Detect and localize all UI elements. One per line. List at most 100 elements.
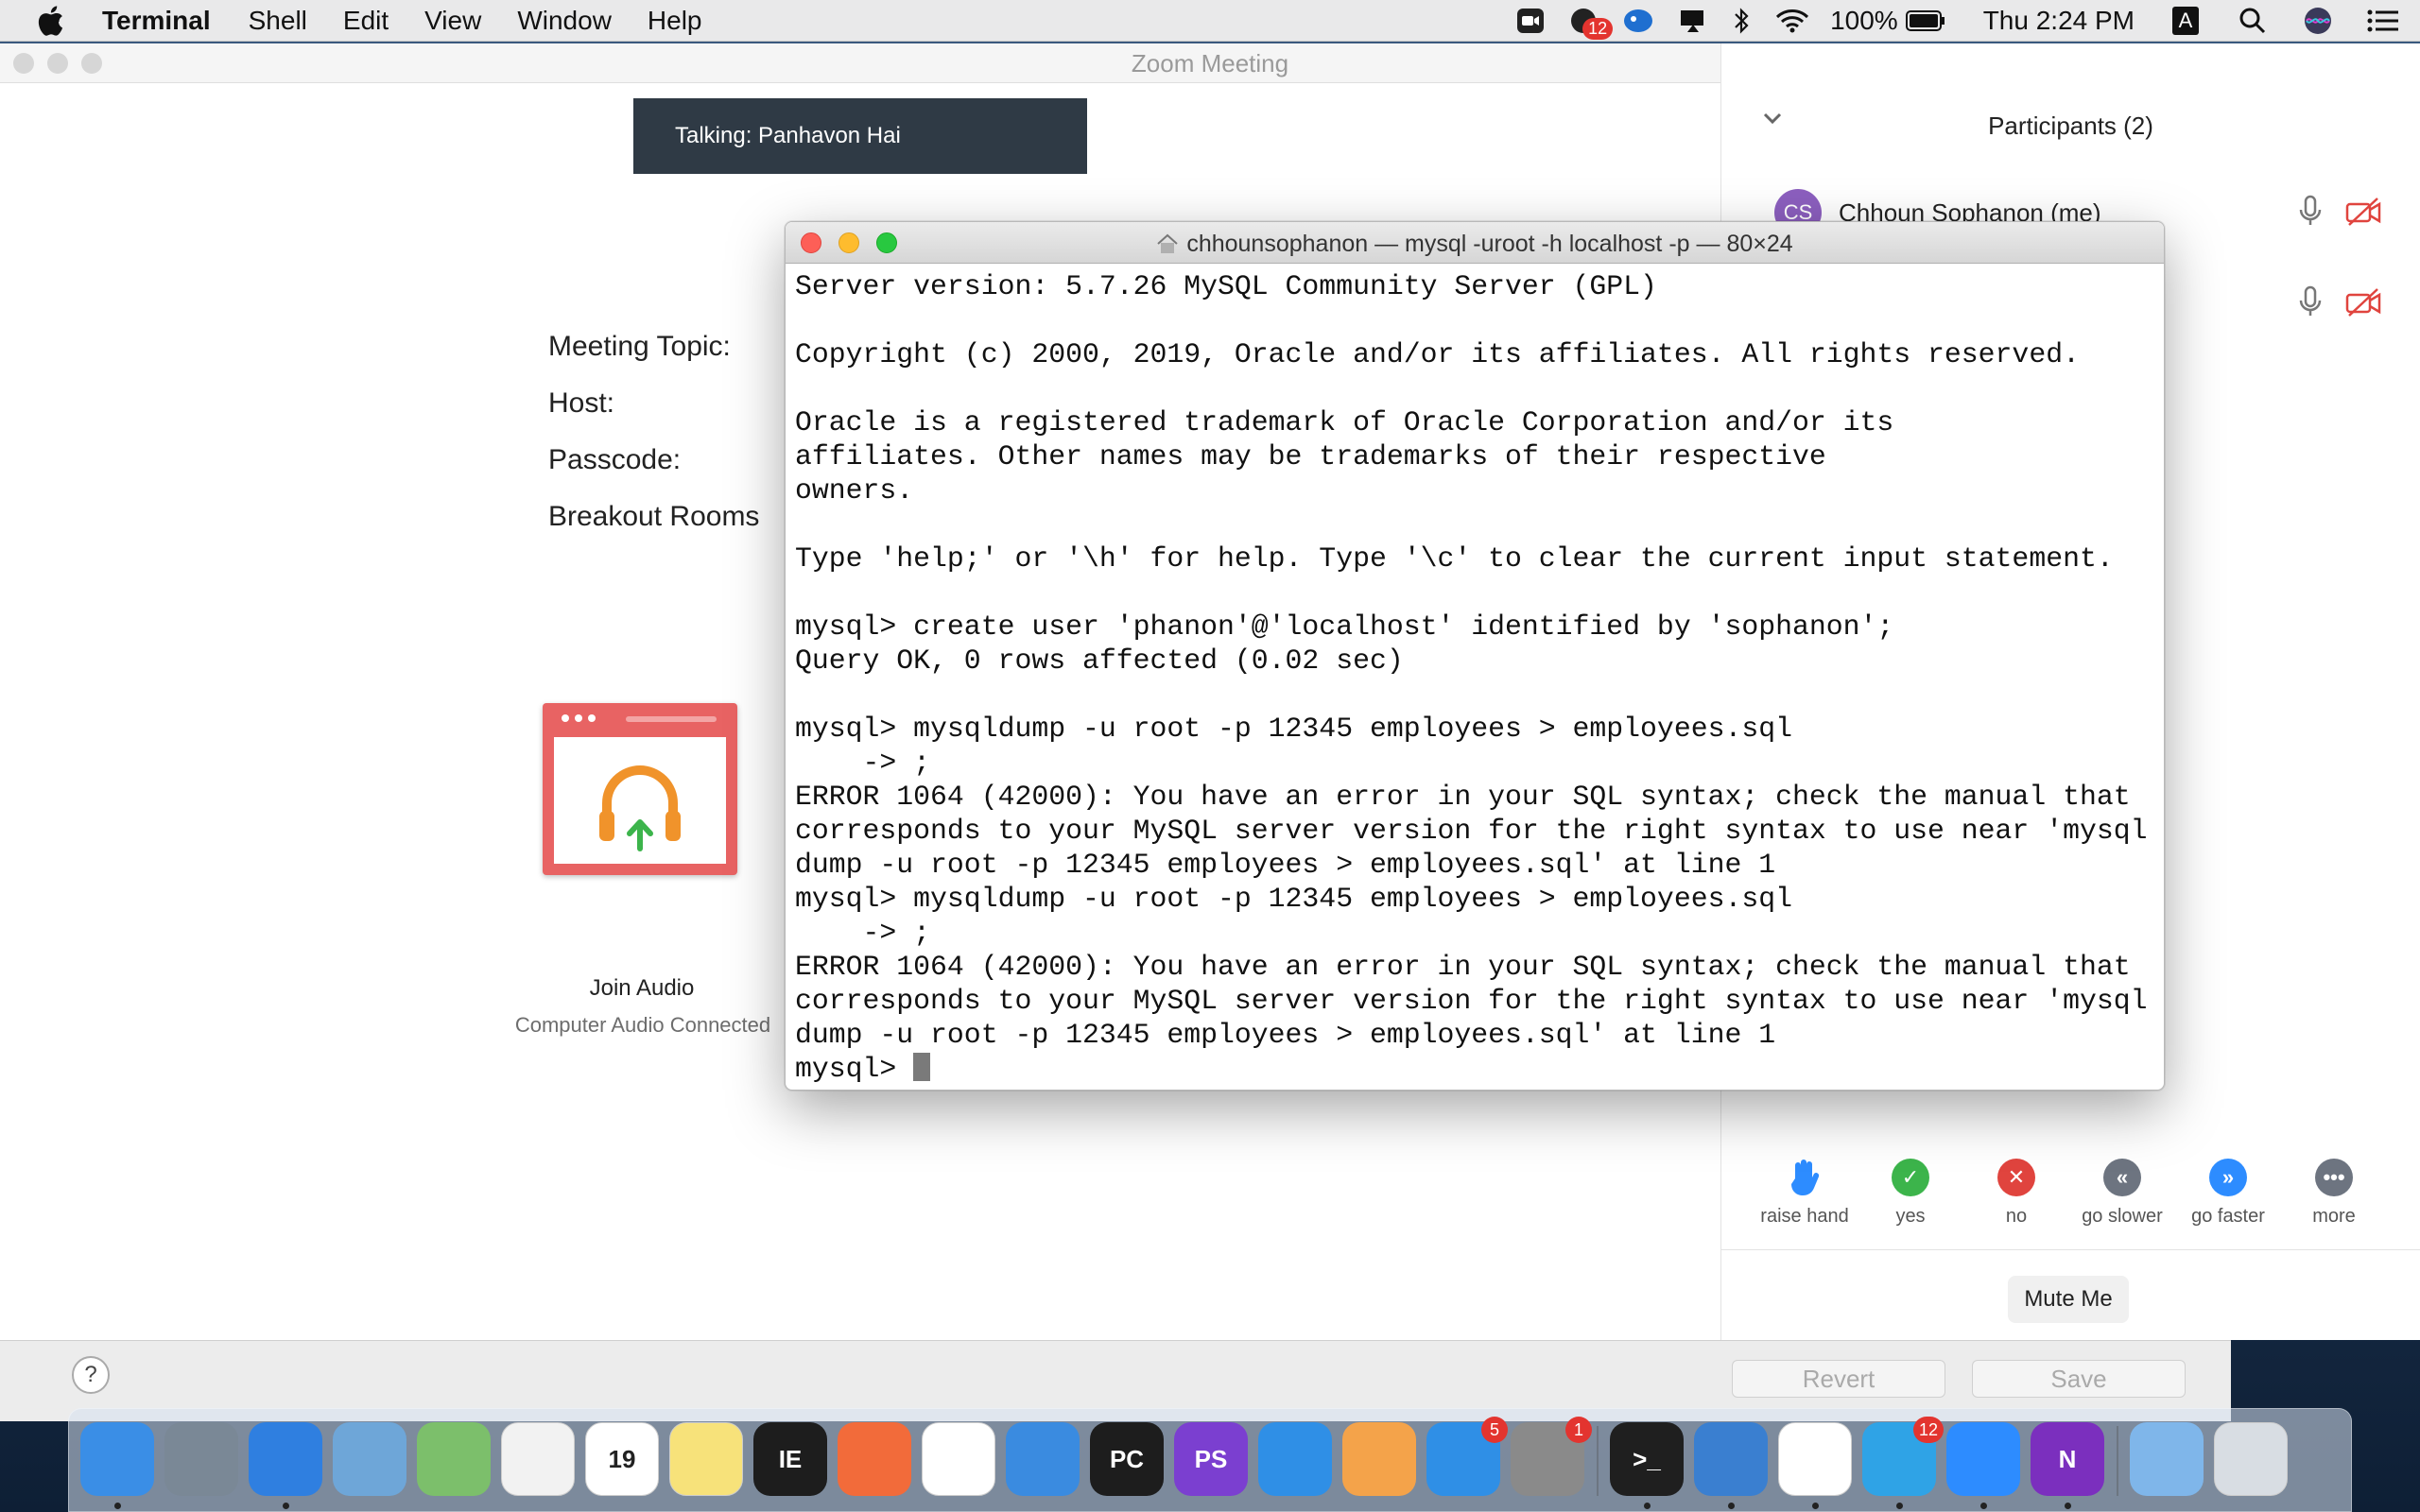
- airplay-status-icon[interactable]: [1679, 8, 1707, 34]
- terminal-line: -> ;: [795, 917, 931, 949]
- photos-icon[interactable]: [501, 1422, 575, 1496]
- preview-icon[interactable]: [333, 1422, 406, 1496]
- safari-icon[interactable]: [249, 1422, 322, 1496]
- dock-separator: [2117, 1426, 2118, 1496]
- terminal-line: Server version: 5.7.26 MySQL Community S…: [795, 270, 1657, 302]
- tableplus-icon[interactable]: [1694, 1422, 1768, 1496]
- reaction-label: more: [2312, 1206, 2356, 1227]
- menu-bar: Terminal Shell Edit View Window Help 12 …: [0, 0, 2420, 42]
- wifi-icon[interactable]: [1775, 8, 1809, 34]
- terminal-icon[interactable]: >_: [1610, 1422, 1684, 1496]
- zoom-icon[interactable]: [1946, 1422, 2020, 1496]
- spotlight-search-icon[interactable]: [2238, 7, 2267, 35]
- microphone-icon[interactable]: [2298, 195, 2323, 233]
- input-source-icon[interactable]: A: [2172, 7, 2199, 35]
- telegram-icon[interactable]: 12: [1862, 1417, 1944, 1496]
- apple-icon[interactable]: [36, 5, 68, 37]
- running-indicator: [1644, 1503, 1651, 1509]
- bluetooth-icon[interactable]: [1732, 7, 1751, 35]
- battery-icon[interactable]: [1905, 10, 1945, 31]
- terminal-titlebar[interactable]: chhounsophanon — mysql -uroot -h localho…: [786, 222, 2164, 264]
- raise-hand-button[interactable]: raise hand: [1753, 1159, 1857, 1228]
- menu-app-name[interactable]: Terminal: [102, 6, 211, 36]
- join-audio-button[interactable]: [543, 703, 737, 875]
- running-indicator: [1812, 1503, 1819, 1509]
- video-off-icon[interactable]: [2345, 287, 2383, 322]
- save-button[interactable]: Save: [1972, 1360, 2186, 1398]
- go-faster-button[interactable]: » go faster: [2176, 1159, 2280, 1228]
- menu-shell[interactable]: Shell: [249, 6, 307, 36]
- menu-help[interactable]: Help: [648, 6, 702, 36]
- downloads-folder-icon[interactable]: [2130, 1422, 2204, 1496]
- menu-view[interactable]: View: [424, 6, 481, 36]
- text-cursor: [913, 1053, 931, 1081]
- window-dots-decoration: [562, 714, 596, 722]
- terminal-output[interactable]: Server version: 5.7.26 MySQL Community S…: [795, 269, 2154, 1090]
- xcode-icon[interactable]: [1006, 1422, 1080, 1496]
- video-off-icon[interactable]: [2345, 197, 2383, 232]
- terminal-title-text: chhounsophanon — mysql -uroot -h localho…: [1186, 231, 1793, 257]
- menu-edit[interactable]: Edit: [343, 6, 389, 36]
- terminal-line: ERROR 1064 (42000): You have an error in…: [795, 781, 2131, 813]
- system-preferences-icon[interactable]: 1: [1511, 1417, 1592, 1496]
- help-button[interactable]: ?: [72, 1356, 110, 1394]
- phpstorm-icon[interactable]: PS: [1174, 1422, 1248, 1496]
- notification-center-icon[interactable]: [2367, 9, 2399, 33]
- finder-icon[interactable]: [80, 1422, 154, 1496]
- notes-icon[interactable]: [669, 1422, 743, 1496]
- terminal-line: -> ;: [795, 747, 931, 779]
- dock-separator: [1597, 1426, 1599, 1496]
- zoom-status-icon[interactable]: [1516, 8, 1545, 34]
- terminal-line: corresponds to your MySQL server version…: [795, 985, 2148, 1017]
- chrome-icon[interactable]: [1778, 1422, 1852, 1496]
- dock-badge: 12: [1912, 1417, 1944, 1443]
- launchpad-icon[interactable]: [164, 1422, 238, 1496]
- terminal-line: dump -u root -p 12345 employees > employ…: [795, 849, 1776, 881]
- reaction-label: go slower: [2082, 1206, 2163, 1227]
- more-button[interactable]: ••• more: [2282, 1159, 2386, 1228]
- mute-me-button[interactable]: Mute Me: [2008, 1276, 2129, 1323]
- dock-icon-label: IE: [778, 1444, 803, 1473]
- terminal-line: owners.: [795, 474, 914, 507]
- clock[interactable]: Thu 2:24 PM: [1983, 6, 2135, 36]
- terminal-line: corresponds to your MySQL server version…: [795, 815, 2148, 847]
- notification-status-icon[interactable]: 12: [1569, 7, 1614, 40]
- pycharm-icon[interactable]: PC: [1090, 1422, 1164, 1496]
- postman-icon[interactable]: [838, 1422, 911, 1496]
- calendar-icon[interactable]: 19: [585, 1422, 659, 1496]
- dock-icon-label: PS: [1194, 1444, 1228, 1473]
- app-inspector-icon[interactable]: [922, 1422, 995, 1496]
- notification-badge: 12: [1582, 18, 1614, 40]
- pages-icon[interactable]: [1342, 1422, 1416, 1496]
- intellij-icon[interactable]: IE: [753, 1422, 827, 1496]
- go-slower-button[interactable]: « go slower: [2070, 1159, 2174, 1228]
- join-audio-label[interactable]: Join Audio: [543, 975, 741, 1002]
- dock-icon-label: N: [2058, 1444, 2077, 1473]
- revert-button[interactable]: Revert: [1732, 1360, 1945, 1398]
- vscode-icon[interactable]: [1258, 1422, 1332, 1496]
- running-indicator: [283, 1503, 289, 1509]
- dock-badge: 1: [1565, 1417, 1592, 1443]
- dock: 19 IE PC PS 5 1 >_ 12 N: [68, 1408, 2352, 1512]
- yes-button[interactable]: ✓ yes: [1858, 1159, 1962, 1228]
- terminal-window[interactable]: chhounsophanon — mysql -uroot -h localho…: [785, 221, 2165, 1091]
- onenote-icon[interactable]: N: [2031, 1422, 2104, 1496]
- siri-icon[interactable]: [2303, 6, 2333, 36]
- terminal-prompt: mysql>: [795, 1053, 914, 1085]
- no-button[interactable]: ✕ no: [1964, 1159, 2068, 1228]
- talking-indicator: Talking: Panhavon Hai: [633, 98, 1087, 174]
- reaction-label: raise hand: [1760, 1206, 1849, 1227]
- menu-window[interactable]: Window: [517, 6, 612, 36]
- maps-icon[interactable]: [417, 1422, 491, 1496]
- app-store-icon[interactable]: 5: [1426, 1417, 1508, 1496]
- tableplus-status-icon[interactable]: [1622, 8, 1654, 34]
- rewind-icon: «: [2103, 1159, 2141, 1196]
- dock-icon-label: 19: [608, 1444, 636, 1473]
- terminal-text: Server version: 5.7.26 MySQL Community S…: [795, 269, 2154, 1086]
- trash-icon[interactable]: [2214, 1422, 2288, 1496]
- microphone-icon[interactable]: [2298, 285, 2323, 324]
- reaction-label: yes: [1895, 1206, 1926, 1227]
- divider: [1720, 1249, 2420, 1250]
- check-icon: ✓: [1892, 1159, 1929, 1196]
- reaction-label: no: [2005, 1206, 2028, 1227]
